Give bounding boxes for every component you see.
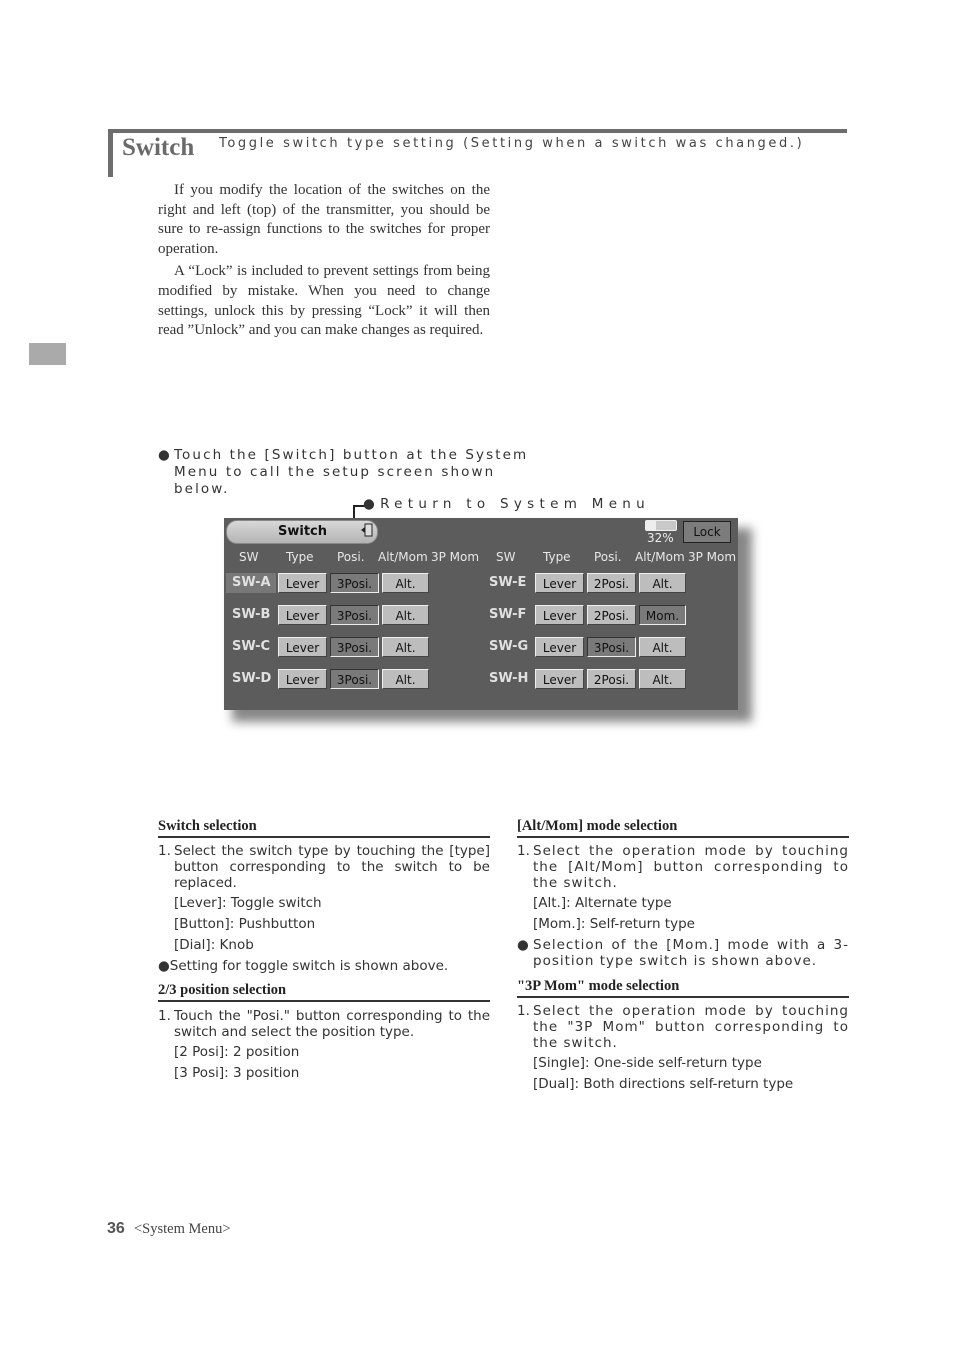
type-button[interactable]: Lever <box>535 573 584 593</box>
battery-percent: 32% <box>647 531 674 545</box>
page-subtitle: Toggle switch type setting (Setting when… <box>219 136 805 151</box>
section-heading-switch-selection: Switch selection <box>158 818 490 838</box>
return-callout-label: ●Return to System Menu <box>363 496 651 512</box>
lock-button[interactable]: Lock <box>683 521 731 543</box>
col-header-3pmom: 3P Mom <box>688 550 737 564</box>
switch-label: SW-D <box>232 671 272 686</box>
posi-button[interactable]: 2Posi. <box>587 605 636 625</box>
type-button[interactable]: Lever <box>278 637 327 657</box>
section-heading-altmom-selection: [Alt/Mom] mode selection <box>517 818 849 838</box>
altmom-button[interactable]: Alt. <box>382 637 429 657</box>
list-item: [3 Posi]: 3 position <box>174 1065 300 1081</box>
step-number: 1. <box>158 1008 171 1024</box>
switch-label: SW-H <box>489 671 529 686</box>
posi-button[interactable]: 3Posi. <box>330 605 379 625</box>
step-text: Select the switch type by touching the [… <box>174 843 490 891</box>
step-text: Select the operation mode by touching th… <box>533 1003 849 1051</box>
section-heading-position-selection: 2/3 position selection <box>158 982 490 1002</box>
switch-label: SW-F <box>489 607 527 622</box>
return-icon[interactable] <box>360 523 374 541</box>
screen-title: Switch <box>278 524 328 539</box>
list-item: [2 Posi]: 2 position <box>174 1044 300 1060</box>
switch-label: SW-C <box>232 639 271 654</box>
altmom-button[interactable]: Alt. <box>639 637 686 657</box>
type-button[interactable]: Lever <box>535 637 584 657</box>
note: ●Setting for toggle switch is shown abov… <box>158 958 449 974</box>
list-item: [Single]: One-side self-return type <box>533 1055 762 1071</box>
list-item: [Dual]: Both directions self-return type <box>533 1076 794 1092</box>
altmom-button[interactable]: Alt. <box>382 605 429 625</box>
bullet-icon: ● <box>517 937 529 953</box>
title-rule-left <box>108 129 113 177</box>
step-text: Select the operation mode by touching th… <box>533 843 849 891</box>
switch-label: SW-E <box>489 575 527 590</box>
type-button[interactable]: Lever <box>278 605 327 625</box>
switch-label: SW-A <box>226 573 276 593</box>
col-header-3pmom: 3P Mom <box>431 550 480 564</box>
switch-label: SW-G <box>489 639 529 654</box>
section-switch-selection: 1. Select the switch type by touching th… <box>158 843 490 974</box>
footer-section-label: <System Menu> <box>134 1221 231 1237</box>
list-item: [Mom.]: Self-return type <box>533 916 695 932</box>
battery-level <box>646 521 656 530</box>
col-header-posi: Posi. <box>594 550 622 564</box>
page-number: 36 <box>107 1220 125 1237</box>
posi-button[interactable]: 3Posi. <box>330 573 379 593</box>
step-number: 1. <box>158 843 171 859</box>
page-title: Switch <box>122 134 195 161</box>
intro-paragraph: A “Lock” is included to prevent settings… <box>158 263 490 339</box>
altmom-button[interactable]: Alt. <box>382 573 429 593</box>
posi-button[interactable]: 3Posi. <box>587 637 636 657</box>
col-header-sw: SW <box>496 550 516 564</box>
posi-button[interactable]: 2Posi. <box>587 669 636 689</box>
side-tab-marker <box>29 343 66 365</box>
posi-button[interactable]: 2Posi. <box>587 573 636 593</box>
col-header-posi: Posi. <box>337 550 365 564</box>
title-rule <box>110 129 847 133</box>
list-item: [Button]: Pushbutton <box>174 916 316 932</box>
step-number: 1. <box>517 843 530 859</box>
step-number: 1. <box>517 1003 530 1019</box>
list-item: [Lever]: Toggle switch <box>174 895 322 911</box>
intro-text: If you modify the location of the switch… <box>158 181 490 344</box>
type-button[interactable]: Lever <box>535 669 584 689</box>
type-button[interactable]: Lever <box>278 573 327 593</box>
col-header-altmom: Alt/Mom <box>635 550 685 564</box>
col-header-type: Type <box>543 550 571 564</box>
instruction-text: Touch the [Switch] button at the System … <box>174 447 529 497</box>
intro-paragraph: If you modify the location of the switch… <box>158 182 490 257</box>
note: ● Selection of the [Mom.] mode with a 3-… <box>517 937 849 969</box>
altmom-button[interactable]: Mom. <box>639 605 686 625</box>
posi-button[interactable]: 3Posi. <box>330 637 379 657</box>
type-button[interactable]: Lever <box>535 605 584 625</box>
instruction: ● Touch the [Switch] button at the Syste… <box>158 447 538 498</box>
bullet-icon: ● <box>158 447 172 463</box>
posi-button[interactable]: 3Posi. <box>330 669 379 689</box>
section-heading-3pmom-selection: "3P Mom" mode selection <box>517 978 849 998</box>
section-position-selection: 1. Touch the "Posi." button correspondin… <box>158 1008 490 1082</box>
altmom-button[interactable]: Alt. <box>639 573 686 593</box>
list-item: [Alt.]: Alternate type <box>533 895 672 911</box>
step-text: Touch the "Posi." button corresponding t… <box>174 1008 490 1040</box>
col-header-type: Type <box>286 550 314 564</box>
battery-icon <box>645 520 677 531</box>
switch-label: SW-B <box>232 607 271 622</box>
section-altmom-selection: 1. Select the operation mode by touching… <box>517 843 849 969</box>
col-header-sw: SW <box>239 550 259 564</box>
note-text: Selection of the [Mom.] mode with a 3-po… <box>533 937 849 969</box>
altmom-button[interactable]: Alt. <box>382 669 429 689</box>
type-button[interactable]: Lever <box>278 669 327 689</box>
list-item: [Dial]: Knob <box>174 937 254 953</box>
col-header-altmom: Alt/Mom <box>378 550 428 564</box>
altmom-button[interactable]: Alt. <box>639 669 686 689</box>
section-3pmom-selection: 1. Select the operation mode by touching… <box>517 1003 849 1093</box>
